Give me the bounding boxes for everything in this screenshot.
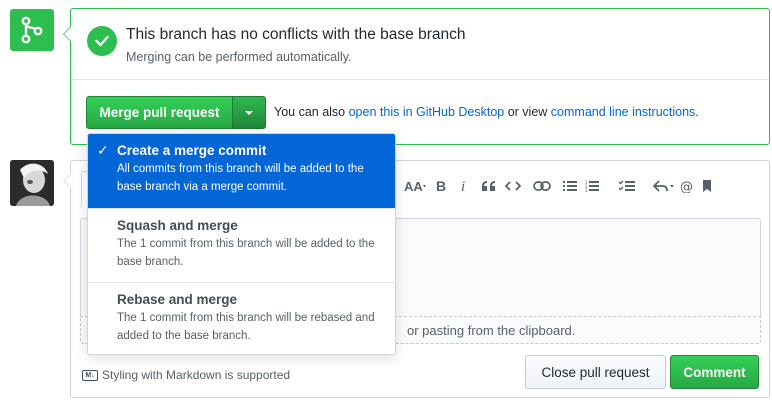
- markdown-icon: M↓: [82, 369, 98, 381]
- chevron-down-icon: [245, 110, 253, 115]
- task-list-icon[interactable]: [603, 175, 651, 197]
- svg-text:AA: AA: [404, 179, 423, 193]
- menu-item-title: Rebase and merge: [117, 292, 238, 307]
- italic-icon[interactable]: i: [451, 175, 477, 197]
- check-icon: [87, 26, 117, 56]
- markdown-toolbar: AA B i 123 @: [401, 175, 717, 197]
- merge-method-dropdown-button[interactable]: [232, 96, 266, 129]
- code-icon[interactable]: [501, 175, 525, 197]
- menu-item-create-merge-commit[interactable]: ✓ Create a merge commit All commits from…: [88, 134, 395, 208]
- merge-status-title: This branch has no conflicts with the ba…: [126, 26, 466, 43]
- ordered-list-icon[interactable]: 123: [581, 175, 603, 197]
- merge-method-menu: ✓ Create a merge commit All commits from…: [87, 133, 396, 355]
- merge-alternatives-text: You can also open this in GitHub Desktop…: [274, 105, 699, 119]
- comment-button[interactable]: Comment: [670, 355, 759, 389]
- markdown-note[interactable]: M↓ Styling with Markdown is supported: [82, 368, 290, 382]
- menu-item-title: Create a merge commit: [117, 143, 267, 158]
- or-view-text: or view: [504, 105, 551, 119]
- merge-pull-request-button[interactable]: Merge pull request: [86, 96, 233, 129]
- merge-status-subtitle: Merging can be performed automatically.: [126, 50, 352, 64]
- git-merge-icon: [10, 9, 54, 51]
- merge-actions: Merge pull request You can also open thi…: [86, 96, 766, 130]
- close-pull-request-button[interactable]: Close pull request: [525, 355, 666, 389]
- markdown-note-text: Styling with Markdown is supported: [102, 368, 291, 382]
- also-prefix: You can also: [274, 105, 349, 119]
- command-line-instructions-link[interactable]: command line instructions: [551, 105, 696, 119]
- menu-item-description: All commits from this branch will be add…: [117, 163, 364, 193]
- unordered-list-icon[interactable]: [559, 175, 581, 197]
- bold-icon[interactable]: B: [431, 175, 451, 197]
- quote-icon[interactable]: [477, 175, 501, 197]
- menu-item-description: The 1 commit from this branch will be re…: [117, 312, 375, 342]
- link-icon[interactable]: [525, 175, 559, 197]
- svg-text:B: B: [436, 179, 446, 193]
- mention-icon[interactable]: @: [677, 175, 697, 197]
- merge-status: This branch has no conflicts with the ba…: [71, 9, 769, 80]
- header-icon[interactable]: AA: [401, 175, 431, 197]
- svg-text:3: 3: [585, 188, 588, 192]
- avatar[interactable]: [10, 160, 54, 206]
- merge-panel: This branch has no conflicts with the ba…: [63, 8, 770, 145]
- menu-item-rebase-and-merge[interactable]: Rebase and merge The 1 commit from this …: [88, 283, 395, 354]
- menu-item-description: The 1 commit from this branch will be ad…: [117, 238, 375, 268]
- github-desktop-link[interactable]: open this in GitHub Desktop: [349, 105, 505, 119]
- menu-item-squash-and-merge[interactable]: Squash and merge The 1 commit from this …: [88, 209, 395, 283]
- reply-icon[interactable]: [651, 175, 677, 197]
- svg-text:i: i: [461, 179, 465, 193]
- check-icon: ✓: [97, 142, 109, 158]
- bookmark-icon[interactable]: [697, 175, 717, 197]
- svg-text:@: @: [680, 180, 693, 193]
- suffix-text: .: [695, 105, 699, 119]
- drop-hint-text: or pasting from the clipboard.: [407, 323, 576, 338]
- menu-item-title: Squash and merge: [117, 218, 238, 233]
